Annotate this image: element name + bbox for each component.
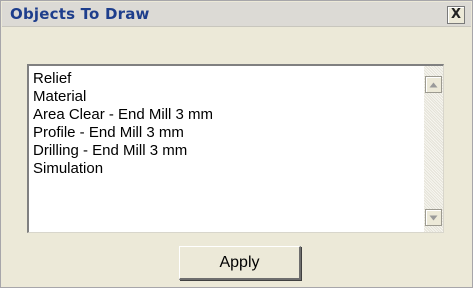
close-icon: X [450,7,462,22]
scroll-down-button[interactable] [425,209,442,226]
list-item-drilling[interactable]: Drilling - End Mill 3 mm [33,142,213,160]
scroll-up-button[interactable] [425,76,442,93]
arrow-down-icon [429,215,438,220]
list-item-material[interactable]: Material [33,88,213,106]
list-item-relief[interactable]: Relief [33,70,213,88]
vertical-scrollbar[interactable] [424,66,443,232]
close-button[interactable]: X [447,6,465,24]
objects-to-draw-dialog: Objects To Draw X Relief Material Area C… [0,0,473,288]
apply-button-label: Apply [219,253,260,271]
apply-button[interactable]: Apply [179,246,301,280]
objects-list: Relief Material Area Clear - End Mill 3 … [33,70,213,178]
title-bar[interactable]: Objects To Draw X [2,2,471,27]
dialog-title: Objects To Draw [10,5,150,23]
list-item-area-clear[interactable]: Area Clear - End Mill 3 mm [33,106,213,124]
list-item-simulation[interactable]: Simulation [33,160,213,178]
objects-listbox[interactable]: Relief Material Area Clear - End Mill 3 … [27,64,444,233]
arrow-up-icon [429,82,438,87]
list-item-profile[interactable]: Profile - End Mill 3 mm [33,124,213,142]
